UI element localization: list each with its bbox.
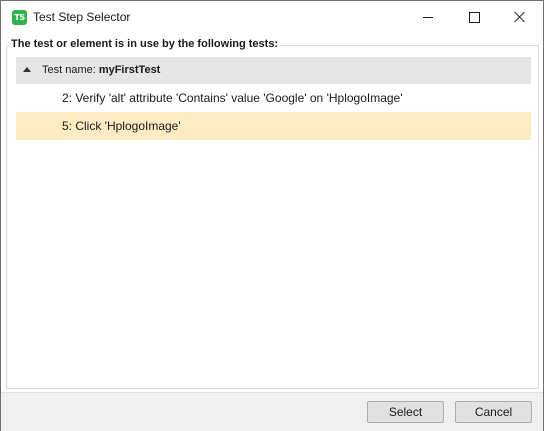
window-title: Test Step Selector	[33, 10, 131, 24]
close-icon	[514, 11, 526, 23]
tree-group-header[interactable]: Test name: myFirstTest	[16, 57, 531, 84]
test-name-value: myFirstTest	[98, 64, 161, 76]
dialog-footer: Select Cancel	[1, 392, 543, 431]
maximize-button[interactable]	[451, 1, 497, 33]
tests-tree[interactable]: Test name: myFirstTest 2: Verify 'alt' at…	[16, 57, 531, 140]
minimize-button[interactable]	[405, 1, 451, 33]
test-name-label: Test name: myFirstTest	[42, 64, 160, 76]
test-step-label: 2: Verify 'alt' attribute 'Contains' val…	[62, 91, 403, 105]
select-button[interactable]: Select	[367, 401, 444, 423]
dialog-window: TS Test Step Selector Test name: myFirstT…	[0, 0, 544, 431]
close-button[interactable]	[497, 1, 543, 33]
tests-group-box: Test name: myFirstTest 2: Verify 'alt' at…	[6, 45, 539, 389]
cancel-button[interactable]: Cancel	[455, 401, 532, 423]
collapse-triangle-icon[interactable]	[23, 67, 31, 72]
test-step-label: 5: Click 'HplogoImage'	[62, 119, 181, 133]
title-bar[interactable]: TS Test Step Selector	[1, 1, 543, 33]
app-icon: TS	[12, 10, 27, 25]
group-box-title: The test or element is in use by the fol…	[9, 38, 281, 50]
test-step-row[interactable]: 2: Verify 'alt' attribute 'Contains' val…	[16, 84, 531, 112]
test-name-prefix: Test name:	[42, 64, 96, 76]
maximize-icon	[468, 11, 480, 23]
test-step-row-selected[interactable]: 5: Click 'HplogoImage'	[16, 112, 531, 140]
minimize-icon	[423, 16, 433, 18]
